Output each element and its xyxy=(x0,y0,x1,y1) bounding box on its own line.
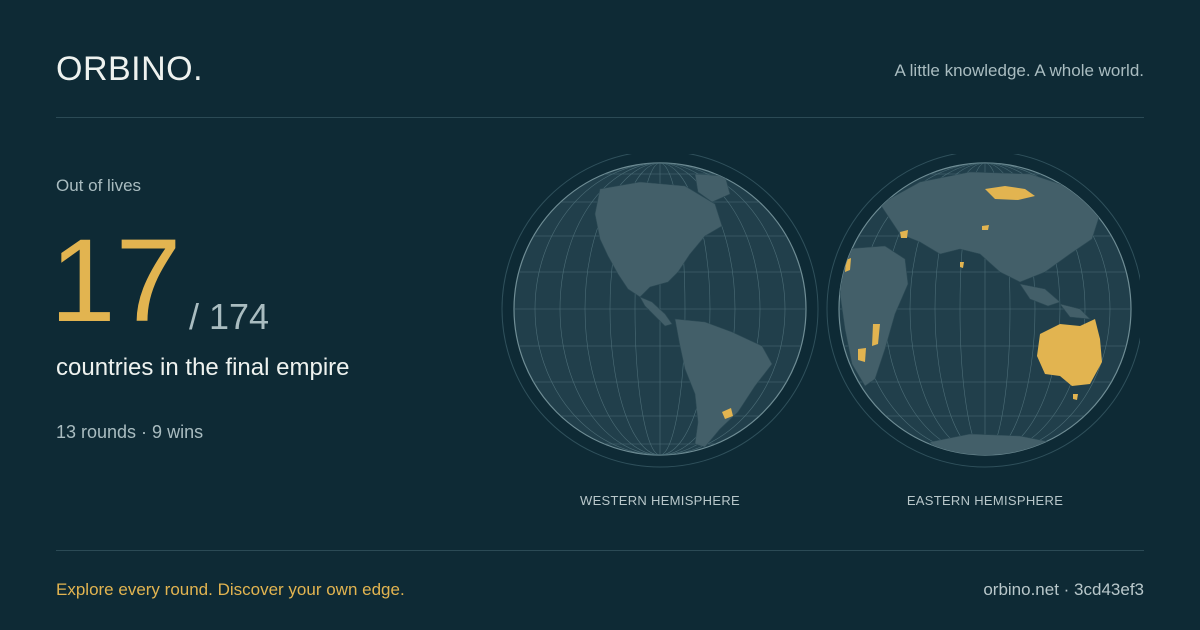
western-hemisphere-label: WESTERN HEMISPHERE xyxy=(580,493,740,508)
eastern-globe xyxy=(826,154,1140,468)
result-caption: countries in the final empire xyxy=(56,354,350,381)
tagline: A little knowledge. A whole world. xyxy=(894,61,1144,80)
game-status: Out of lives xyxy=(56,176,142,195)
bottom-divider xyxy=(56,550,1144,551)
footer-site-id: orbino.net · 3cd43ef3 xyxy=(983,580,1144,599)
hemisphere-globes xyxy=(501,154,1140,468)
country-count: 17 xyxy=(50,215,182,347)
country-total: / 174 xyxy=(189,296,270,337)
western-globe xyxy=(501,154,819,468)
brand-logo: ORBINO. xyxy=(56,50,204,88)
top-divider xyxy=(56,117,1144,118)
footer-cta-link[interactable]: Explore every round. Discover your own e… xyxy=(56,580,405,600)
rounds-wins: 13 rounds · 9 wins xyxy=(56,422,204,442)
eastern-hemisphere-label: EASTERN HEMISPHERE xyxy=(906,493,1064,508)
